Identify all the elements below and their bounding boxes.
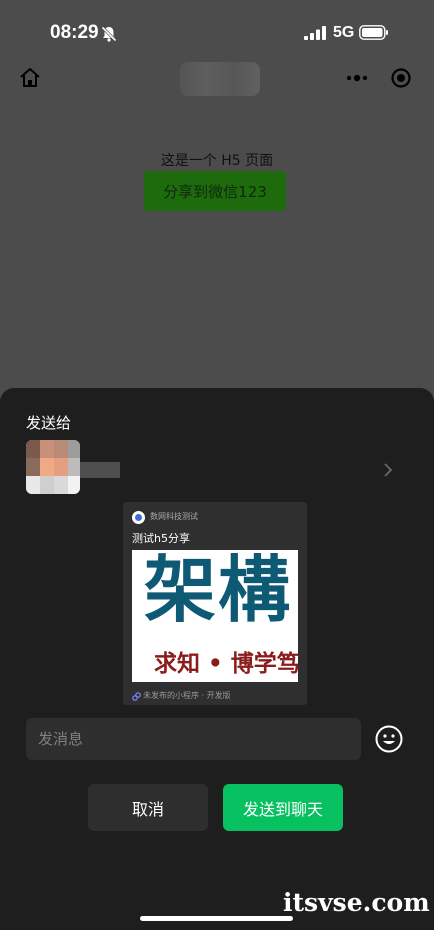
signal-icon [304,26,326,40]
watermark: itsvse.com [283,888,430,917]
battery-icon [359,25,388,40]
bell-off-icon [101,26,117,42]
status-time: 08:29 [50,22,99,43]
card-title: 测试h5分享 [132,532,190,545]
chevron-right-icon[interactable] [382,462,394,478]
share-to-wechat-button[interactable]: 分享到微信123 [144,171,286,211]
emoji-icon[interactable] [375,725,403,753]
send-to-chat-button[interactable]: 发送到聊天 [223,784,343,831]
contact-name-blurred[interactable] [80,462,120,478]
share-sheet: 发送给 数网科技测试 测试h5分享 架構 求知 • 博学笃 未发布的小程序 · … [0,388,434,930]
more-icon[interactable] [346,73,368,83]
status-bar: 08:29 5G [0,0,434,64]
send-to-label: 发送给 [26,414,72,432]
link-icon [132,692,141,701]
h5-page-text: 这是一个 H5 页面 [160,153,274,169]
page-title-blurred [180,62,260,96]
cancel-button[interactable]: 取消 [88,784,208,831]
network-label: 5G [333,24,355,41]
card-image: 架構 求知 • 博学笃 [132,550,298,682]
card-footer: 未发布的小程序 · 开发版 [143,691,231,700]
home-indicator[interactable] [140,916,293,921]
card-app-name: 数网科技测试 [150,512,198,521]
home-icon[interactable] [18,66,42,90]
card-image-large-text: 架構 [144,550,293,632]
mini-program-card: 数网科技测试 测试h5分享 架構 求知 • 博学笃 未发布的小程序 · 开发版 [123,502,307,705]
card-image-small-text: 求知 • 博学笃 [154,650,298,677]
contact-avatar[interactable] [26,440,80,494]
message-input[interactable] [26,718,361,760]
mini-program-logo-icon [132,511,145,524]
capsule-close-icon[interactable] [390,67,412,89]
